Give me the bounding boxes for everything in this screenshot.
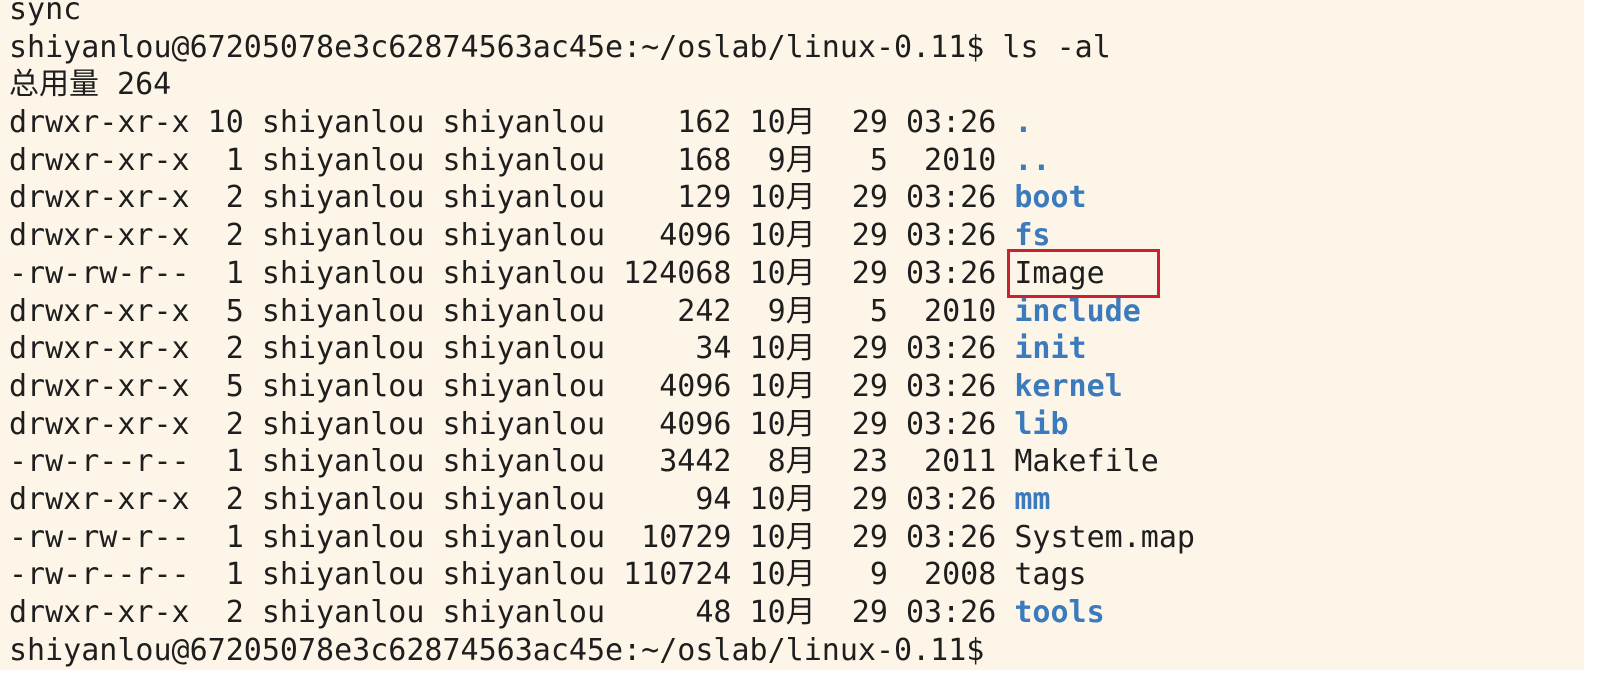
previous-output-text: sync [9, 0, 82, 27]
entry-meta: -rw-r--r-- 1 shiyanlou shiyanlou 110724 … [9, 557, 997, 593]
entry-meta: drwxr-xr-x 2 shiyanlou shiyanlou 4096 10… [9, 406, 997, 442]
entry-meta: drwxr-xr-x 2 shiyanlou shiyanlou 48 10月 … [9, 595, 997, 630]
command-line: shiyanlou@67205078e3c62874563ac45e:~/osl… [9, 29, 1195, 67]
listing-row: drwxr-xr-x 5 shiyanlou shiyanlou 4096 10… [9, 368, 1195, 406]
directory-name: fs [1014, 218, 1051, 254]
directory-name: lib [1014, 406, 1069, 442]
highlighted-file-name: Image [1007, 248, 1160, 298]
directory-name: .. [1014, 142, 1051, 178]
directory-name: . [1014, 105, 1033, 141]
directory-name: boot [1014, 180, 1087, 216]
previous-output-line: sync [9, 0, 1195, 29]
total-line: 总用量 264 [9, 66, 1195, 104]
entry-meta: drwxr-xr-x 5 shiyanlou shiyanlou 242 9月 … [9, 293, 997, 329]
total-text: 总用量 264 [9, 67, 172, 103]
entry-meta: drwxr-xr-x 10 shiyanlou shiyanlou 162 10… [9, 105, 997, 141]
entry-meta: drwxr-xr-x 2 shiyanlou shiyanlou 34 10月 … [9, 331, 997, 367]
listing-row: drwxr-xr-x 2 shiyanlou shiyanlou 48 10月 … [9, 594, 1195, 632]
file-name: tags [1014, 557, 1087, 593]
listing-row: drwxr-xr-x 2 shiyanlou shiyanlou 94 10月 … [9, 481, 1195, 519]
listing-row: drwxr-xr-x 2 shiyanlou shiyanlou 129 10月… [9, 179, 1195, 217]
typed-command: ls -al [1002, 29, 1111, 65]
listing-entries: drwxr-xr-x 10 shiyanlou shiyanlou 162 10… [9, 104, 1195, 632]
directory-name: kernel [1014, 368, 1123, 404]
final-shell-prompt: shiyanlou@67205078e3c62874563ac45e:~/osl… [9, 632, 985, 668]
directory-name: include [1014, 293, 1141, 329]
entry-meta: drwxr-xr-x 1 shiyanlou shiyanlou 168 9月 … [9, 142, 997, 178]
entry-meta: -rw-rw-r-- 1 shiyanlou shiyanlou 124068 … [9, 255, 997, 291]
listing-row: drwxr-xr-x 10 shiyanlou shiyanlou 162 10… [9, 104, 1195, 142]
shell-prompt: shiyanlou@67205078e3c62874563ac45e:~/osl… [9, 29, 985, 65]
entry-meta: drwxr-xr-x 2 shiyanlou shiyanlou 4096 10… [9, 218, 997, 254]
directory-name: init [1014, 331, 1087, 367]
terminal-output: sync shiyanlou@67205078e3c62874563ac45e:… [9, 0, 1195, 669]
terminal-window[interactable]: sync shiyanlou@67205078e3c62874563ac45e:… [0, 0, 1584, 670]
directory-name: mm [1014, 481, 1051, 517]
listing-row: -rw-rw-r-- 1 shiyanlou shiyanlou 124068 … [9, 248, 1195, 298]
listing-row: -rw-r--r-- 1 shiyanlou shiyanlou 3442 8月… [9, 443, 1195, 481]
entry-meta: drwxr-xr-x 2 shiyanlou shiyanlou 94 10月 … [9, 481, 997, 517]
entry-meta: drwxr-xr-x 5 shiyanlou shiyanlou 4096 10… [9, 368, 997, 404]
listing-row: drwxr-xr-x 2 shiyanlou shiyanlou 4096 10… [9, 217, 1195, 255]
listing-row: -rw-rw-r-- 1 shiyanlou shiyanlou 10729 1… [9, 519, 1195, 557]
file-name: Makefile [1014, 444, 1159, 480]
listing-row: drwxr-xr-x 1 shiyanlou shiyanlou 168 9月 … [9, 142, 1195, 180]
listing-row: drwxr-xr-x 5 shiyanlou shiyanlou 242 9月 … [9, 293, 1195, 331]
final-prompt-line: shiyanlou@67205078e3c62874563ac45e:~/osl… [9, 632, 1195, 670]
listing-row: -rw-r--r-- 1 shiyanlou shiyanlou 110724 … [9, 556, 1195, 594]
entry-meta: drwxr-xr-x 2 shiyanlou shiyanlou 129 10月… [9, 180, 997, 216]
file-name: System.map [1014, 519, 1195, 555]
listing-row: drwxr-xr-x 2 shiyanlou shiyanlou 4096 10… [9, 406, 1195, 444]
listing-row: drwxr-xr-x 2 shiyanlou shiyanlou 34 10月 … [9, 330, 1195, 368]
directory-name: tools [1014, 595, 1105, 630]
entry-meta: -rw-r--r-- 1 shiyanlou shiyanlou 3442 8月… [9, 444, 997, 480]
entry-meta: -rw-rw-r-- 1 shiyanlou shiyanlou 10729 1… [9, 519, 997, 555]
